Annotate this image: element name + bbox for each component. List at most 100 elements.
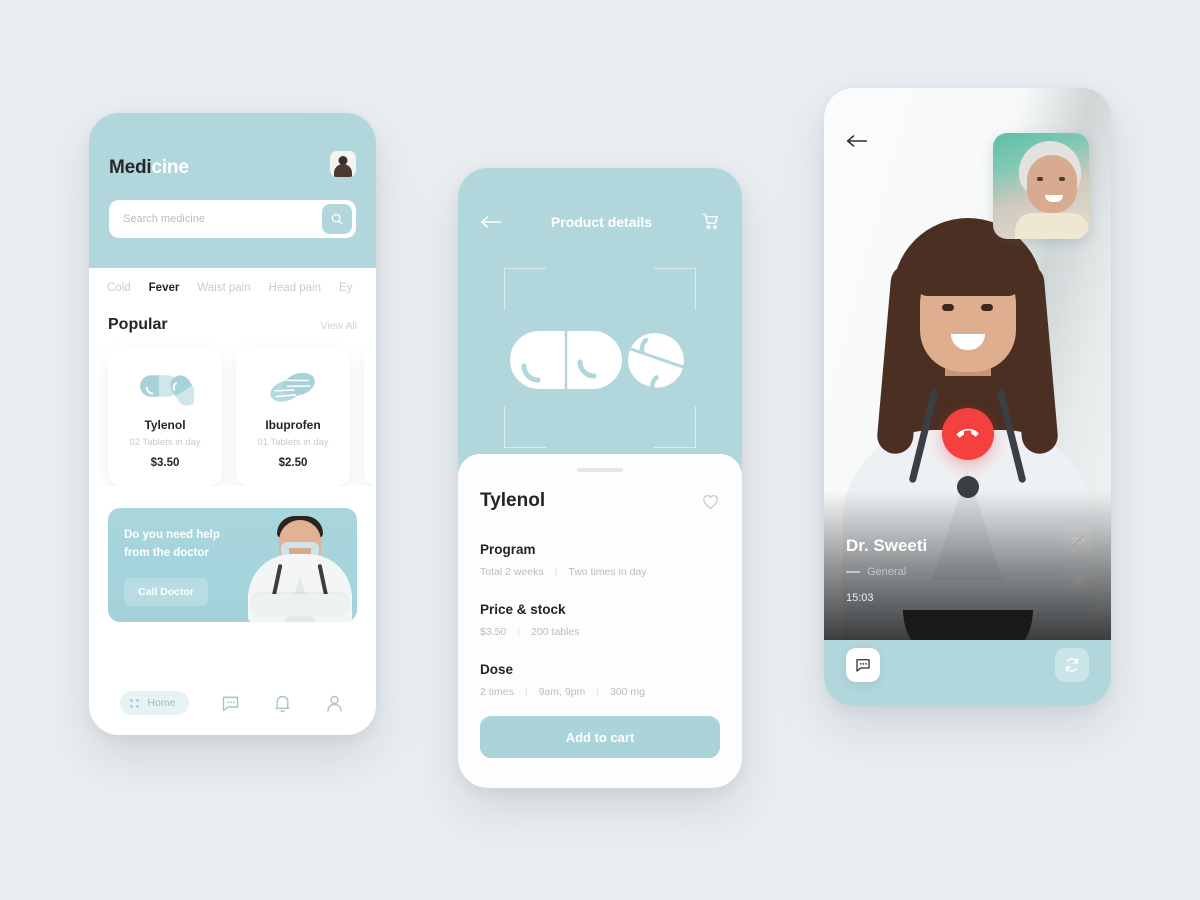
medicine-name: Ibuprofen [265,418,321,432]
phone-product-details-screen: Product details Tylenol Program Total 2 … [458,168,742,788]
meta-separator: | [596,686,599,698]
call-bottom-bar [824,640,1111,706]
meta-value: Total 2 weeks [480,566,544,578]
medicine-card-row: Tylenol 02 Tablets in day $3.50 Ibuprofe… [89,342,376,486]
category-tab-waist-pain[interactable]: Waist pain [197,282,250,294]
search-button[interactable] [322,204,352,234]
doctor-name: Dr. Sweeti [846,536,928,555]
dash-divider [846,571,860,573]
info-block-dose: Dose 2 times | 9am, 9pm | 300 mg [480,662,720,698]
flip-camera-button[interactable] [1055,648,1089,682]
cart-icon[interactable] [701,212,720,231]
chat-icon [856,659,870,672]
sheet-grabber[interactable] [577,468,623,472]
call-doctor-button[interactable]: Call Doctor [124,578,209,606]
promo-banner-wrapper: Do you need help from the doctor Call Do… [89,486,376,622]
medicine-card-partial[interactable] [364,348,376,486]
info-heading: Dose [480,662,514,677]
video-feed: Dr. Sweeti General 15:03 [824,88,1111,640]
meta-separator: | [517,626,521,638]
meta-separator: | [554,566,558,578]
info-meta: $3.50 | 200 tables [480,626,720,638]
pip-face [1027,155,1077,213]
pills-illustration [510,331,684,392]
section-title: Popular [108,316,168,333]
pip-eye-right [1059,177,1065,181]
info-heading: Price & stock [480,602,566,617]
product-top-bar: Product details [458,168,742,231]
info-block-program: Program Total 2 weeks | Two times in day [480,542,720,578]
doctor-specialty: General [846,566,906,578]
nav-item-home[interactable]: Home [120,691,190,715]
medicine-price: $3.50 [150,457,180,469]
call-chat-button[interactable] [846,648,880,682]
bottom-navigation: Home [89,671,376,735]
end-call-icon [956,428,979,438]
meta-value: 2 times [480,686,514,698]
doctor-eye-right [981,304,993,311]
category-tab-fever[interactable]: Fever [149,282,180,294]
meta-separator: | [524,686,528,698]
info-meta: Total 2 weeks | Two times in day [480,566,720,578]
medicine-price: $2.50 [278,457,308,469]
info-heading: Program [480,542,536,557]
tablets-icon [270,372,315,402]
end-call-button[interactable] [941,408,994,460]
add-to-cart-button[interactable]: Add to cart [480,716,720,758]
self-preview-thumbnail[interactable] [993,133,1089,239]
medicine-dosage: 02 Tablets in day [129,437,201,448]
profile-icon[interactable] [324,693,345,714]
brand-dark-part: Medi [109,157,152,178]
product-name: Tylenol [480,490,546,511]
call-duration: 15:03 [846,592,874,604]
meta-value: Two times in day [568,566,647,578]
flip-camera-icon [1066,658,1078,672]
search-placeholder: Search medicine [123,213,205,225]
product-hero: Product details [458,168,742,468]
category-tab-cold[interactable]: Cold [107,282,131,294]
back-arrow-icon[interactable] [846,133,868,149]
promo-text: Do you need help from the doctor [124,527,254,563]
nav-home-label: Home [147,697,176,709]
meta-value: 200 tables [531,626,580,638]
page-title: Product details [550,213,653,230]
medicine-dosage: 01 Tablets in day [257,437,329,448]
medicine-name: Tylenol [144,418,186,432]
category-tabs: Cold Fever Waist pain Head pain Ey [89,268,376,306]
heart-icon[interactable] [701,492,720,511]
product-info-sheet: Tylenol Program Total 2 weeks | Two time… [458,454,742,788]
end-call-notch [902,610,1033,640]
bell-icon[interactable] [272,693,293,714]
product-name-row: Tylenol [480,490,720,512]
capsule-icon [140,375,194,406]
pip-body [1015,213,1089,239]
doctor-eye-left [942,304,954,311]
category-tab-eye[interactable]: Ey [339,282,352,294]
doctor-photo [239,508,357,622]
home-header: Medicine Search medicine [89,113,376,268]
meta-value: 9am, 9pm [538,686,586,698]
info-block-price-stock: Price & stock $3.50 | 200 tables [480,602,720,638]
phone-video-call-screen: Dr. Sweeti General 15:03 [824,88,1111,706]
doctor-arms [250,594,350,616]
category-tab-head-pain[interactable]: Head pain [269,282,321,294]
chat-icon[interactable] [220,693,241,714]
promo-line-1: Do you need help [124,529,220,541]
medicine-card[interactable]: Tylenol 02 Tablets in day $3.50 [108,348,222,486]
medicine-card[interactable]: Ibuprofen 01 Tablets in day $2.50 [236,348,350,486]
phone-home-screen: Medicine Search medicine Cold Fever Wais… [89,113,376,735]
avatar[interactable] [330,151,356,177]
back-arrow-icon[interactable] [480,214,502,230]
grid-icon [130,698,140,708]
popular-section-header: Popular View All [89,306,376,342]
pip-eye-left [1037,177,1043,181]
app-brand-title: Medicine [109,157,356,179]
view-all-link[interactable]: View All [320,320,357,332]
screenshot-stage: Medicine Search medicine Cold Fever Wais… [0,0,1200,900]
search-icon [331,213,343,225]
search-bar[interactable]: Search medicine [109,200,356,238]
call-doctor-banner[interactable]: Do you need help from the doctor Call Do… [108,508,357,622]
avatar-body [334,164,352,177]
meta-value: $3.50 [480,626,507,638]
brand-light-part: cine [151,157,189,178]
